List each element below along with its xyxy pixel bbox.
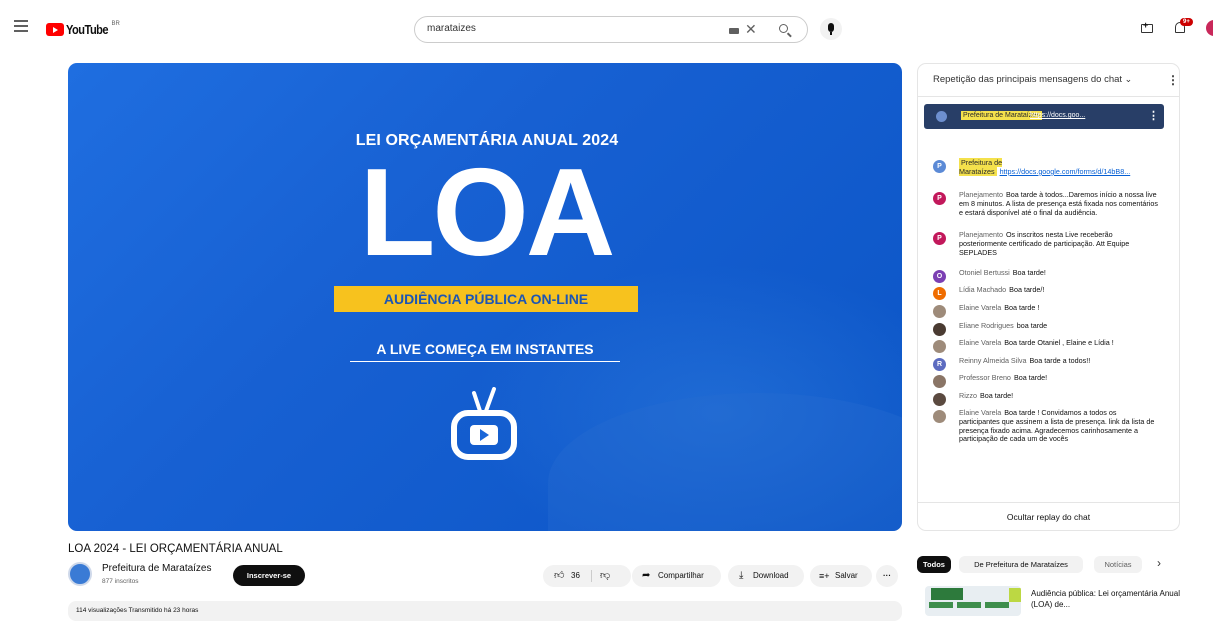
- pinned-more-icon[interactable]: ⋮: [1148, 109, 1159, 122]
- video-title: LOA 2024 - LEI ORÇAMENTÁRIA ANUAL: [68, 543, 283, 555]
- chat-author-name[interactable]: Professor Breno: [959, 373, 1011, 382]
- channel-name[interactable]: Prefeitura de Marataízes: [102, 563, 212, 574]
- chat-message-text: Boa tarde!: [1012, 268, 1046, 277]
- chat-more-icon[interactable]: ⋮: [1167, 73, 1179, 87]
- chat-message-text: Boa tarde !: [1004, 303, 1040, 312]
- chevron-right-icon[interactable]: ›: [1157, 556, 1161, 570]
- chat-author-name[interactable]: Otoniel Bertussi: [959, 268, 1010, 277]
- pinned-message[interactable]: Prefeitura de Marataízes https://docs.go…: [924, 104, 1164, 129]
- subscriber-count: 877 inscritos: [102, 578, 139, 585]
- search-icon: [779, 24, 788, 33]
- chat-author-name[interactable]: Planejamento: [959, 190, 1003, 199]
- top-bar: YouTube BR ✕ 9+: [0, 0, 1213, 56]
- chip-all[interactable]: Todos: [917, 556, 951, 573]
- chat-author-avatar[interactable]: L: [933, 287, 946, 300]
- chat-author-avatar[interactable]: [933, 410, 946, 423]
- chat-author-name[interactable]: Reinny Almeida Silva: [959, 356, 1027, 365]
- chat-author-avatar[interactable]: P: [933, 192, 946, 205]
- chat-author-avatar[interactable]: [933, 375, 946, 388]
- chat-footer: Ocultar replay do chat: [918, 502, 1179, 530]
- chat-message-text: Boa tarde/!: [1009, 285, 1045, 294]
- chat-author-avatar[interactable]: O: [933, 270, 946, 283]
- account-avatar[interactable]: [1206, 20, 1213, 36]
- chat-author-name[interactable]: Rizzo: [959, 391, 977, 400]
- chat-author-avatar[interactable]: [933, 305, 946, 318]
- chat-message-link[interactable]: https://docs.google.com/forms/d/14bB8...: [1000, 167, 1131, 176]
- slide-banner: AUDIÊNCIA PÚBLICA ON-LINE: [334, 286, 638, 312]
- chat-author-avatar[interactable]: R: [933, 358, 946, 371]
- chat-author-name[interactable]: Planejamento: [959, 230, 1003, 239]
- chat-author-avatar[interactable]: P: [933, 160, 946, 173]
- share-icon: ➦: [642, 570, 651, 581]
- chat-mode-dropdown[interactable]: Repetição das principais mensagens do ch…: [933, 74, 1132, 85]
- thumbs-up-icon[interactable]: 👍︎: [554, 565, 564, 587]
- channel-avatar[interactable]: [68, 562, 92, 586]
- youtube-play-icon: [46, 23, 64, 36]
- like-count[interactable]: 36: [571, 565, 580, 587]
- chat-header: Repetição das principais mensagens do ch…: [918, 64, 1179, 97]
- chat-author-avatar[interactable]: [933, 393, 946, 406]
- chat-author-name[interactable]: Prefeitura de Marataízes: [959, 158, 1003, 176]
- pinned-link[interactable]: https://docs.goo...: [1030, 112, 1085, 119]
- chat-message-text: Boa tarde!: [1013, 373, 1048, 382]
- description-box[interactable]: 114 visualizações Transmitido há 23 hora…: [68, 601, 902, 621]
- subscribe-button[interactable]: Inscrever-se: [233, 565, 305, 586]
- video-player[interactable]: LEI ORÇAMENTÁRIA ANUAL 2024 LOA AUDIÊNCI…: [68, 63, 902, 531]
- save-button[interactable]: ≡+ Salvar: [810, 565, 872, 587]
- voice-search-button[interactable]: [820, 18, 842, 40]
- slide-big-title: LOA: [359, 144, 616, 282]
- related-video-title[interactable]: Audiência pública: Lei orçamentária Anua…: [1031, 588, 1181, 610]
- chat-author-name[interactable]: Lídia Machado: [959, 285, 1006, 294]
- download-icon: ⤓: [739, 570, 744, 581]
- download-label: Download: [753, 571, 789, 580]
- keyboard-icon[interactable]: [729, 28, 739, 34]
- save-label: Salvar: [835, 571, 858, 580]
- thumbs-down-icon[interactable]: 👎︎: [600, 565, 610, 587]
- chat-author-name[interactable]: Elaine Varela: [959, 303, 1001, 312]
- related-filter-chips: Todos De Prefeitura de Marataízes Notíci…: [917, 556, 1180, 574]
- chat-author-avatar[interactable]: P: [933, 232, 946, 245]
- related-video-thumbnail[interactable]: [925, 586, 1021, 616]
- chat-message-text: Boa tarde!: [979, 391, 1014, 400]
- download-button[interactable]: ⤓ Download: [728, 565, 804, 587]
- chat-author-name[interactable]: Elaine Varela: [959, 408, 1001, 417]
- view-count-and-date: 114 visualizações Transmitido há 23 hora…: [76, 607, 199, 614]
- search-input[interactable]: [427, 23, 717, 34]
- chat-message-text: Boa tarde a todos!!: [1029, 356, 1091, 365]
- clear-search-icon[interactable]: ✕: [745, 21, 757, 38]
- share-button[interactable]: ➦ Compartilhar: [632, 565, 721, 587]
- more-actions-button[interactable]: ···: [876, 565, 898, 587]
- save-playlist-icon: ≡+: [819, 571, 830, 581]
- slide-subtitle: A LIVE COMEÇA EM INSTANTES: [350, 341, 620, 362]
- chat-author-name[interactable]: Eliane Rodrigues: [959, 321, 1014, 330]
- notification-badge: 9+: [1180, 18, 1193, 26]
- pinned-author-avatar: [936, 111, 947, 122]
- hamburger-menu-icon[interactable]: [14, 20, 28, 32]
- chat-author-avatar[interactable]: [933, 323, 946, 336]
- chip-news[interactable]: Notícias: [1094, 556, 1142, 573]
- chat-message-text: Boa tarde Otaniel , Elaine e Lídia !: [1004, 338, 1114, 347]
- chat-replay-panel: Repetição das principais mensagens do ch…: [917, 63, 1180, 531]
- chip-from-channel[interactable]: De Prefeitura de Marataízes: [959, 556, 1083, 573]
- logo-text: YouTube: [66, 22, 109, 37]
- search-box: ✕: [414, 16, 808, 43]
- tv-icon: [451, 387, 517, 460]
- chat-author-name[interactable]: Elaine Varela: [959, 338, 1001, 347]
- share-label: Compartilhar: [658, 571, 704, 580]
- chat-message-text: boa tarde: [1016, 321, 1048, 330]
- like-dislike-group: 👍︎ 36 👎︎: [543, 565, 631, 587]
- create-video-icon[interactable]: [1141, 20, 1153, 33]
- chat-author-avatar[interactable]: [933, 340, 946, 353]
- hide-chat-replay-button[interactable]: Ocultar replay do chat: [918, 512, 1179, 522]
- youtube-logo[interactable]: YouTube BR: [46, 20, 120, 37]
- logo-country-code: BR: [111, 20, 120, 27]
